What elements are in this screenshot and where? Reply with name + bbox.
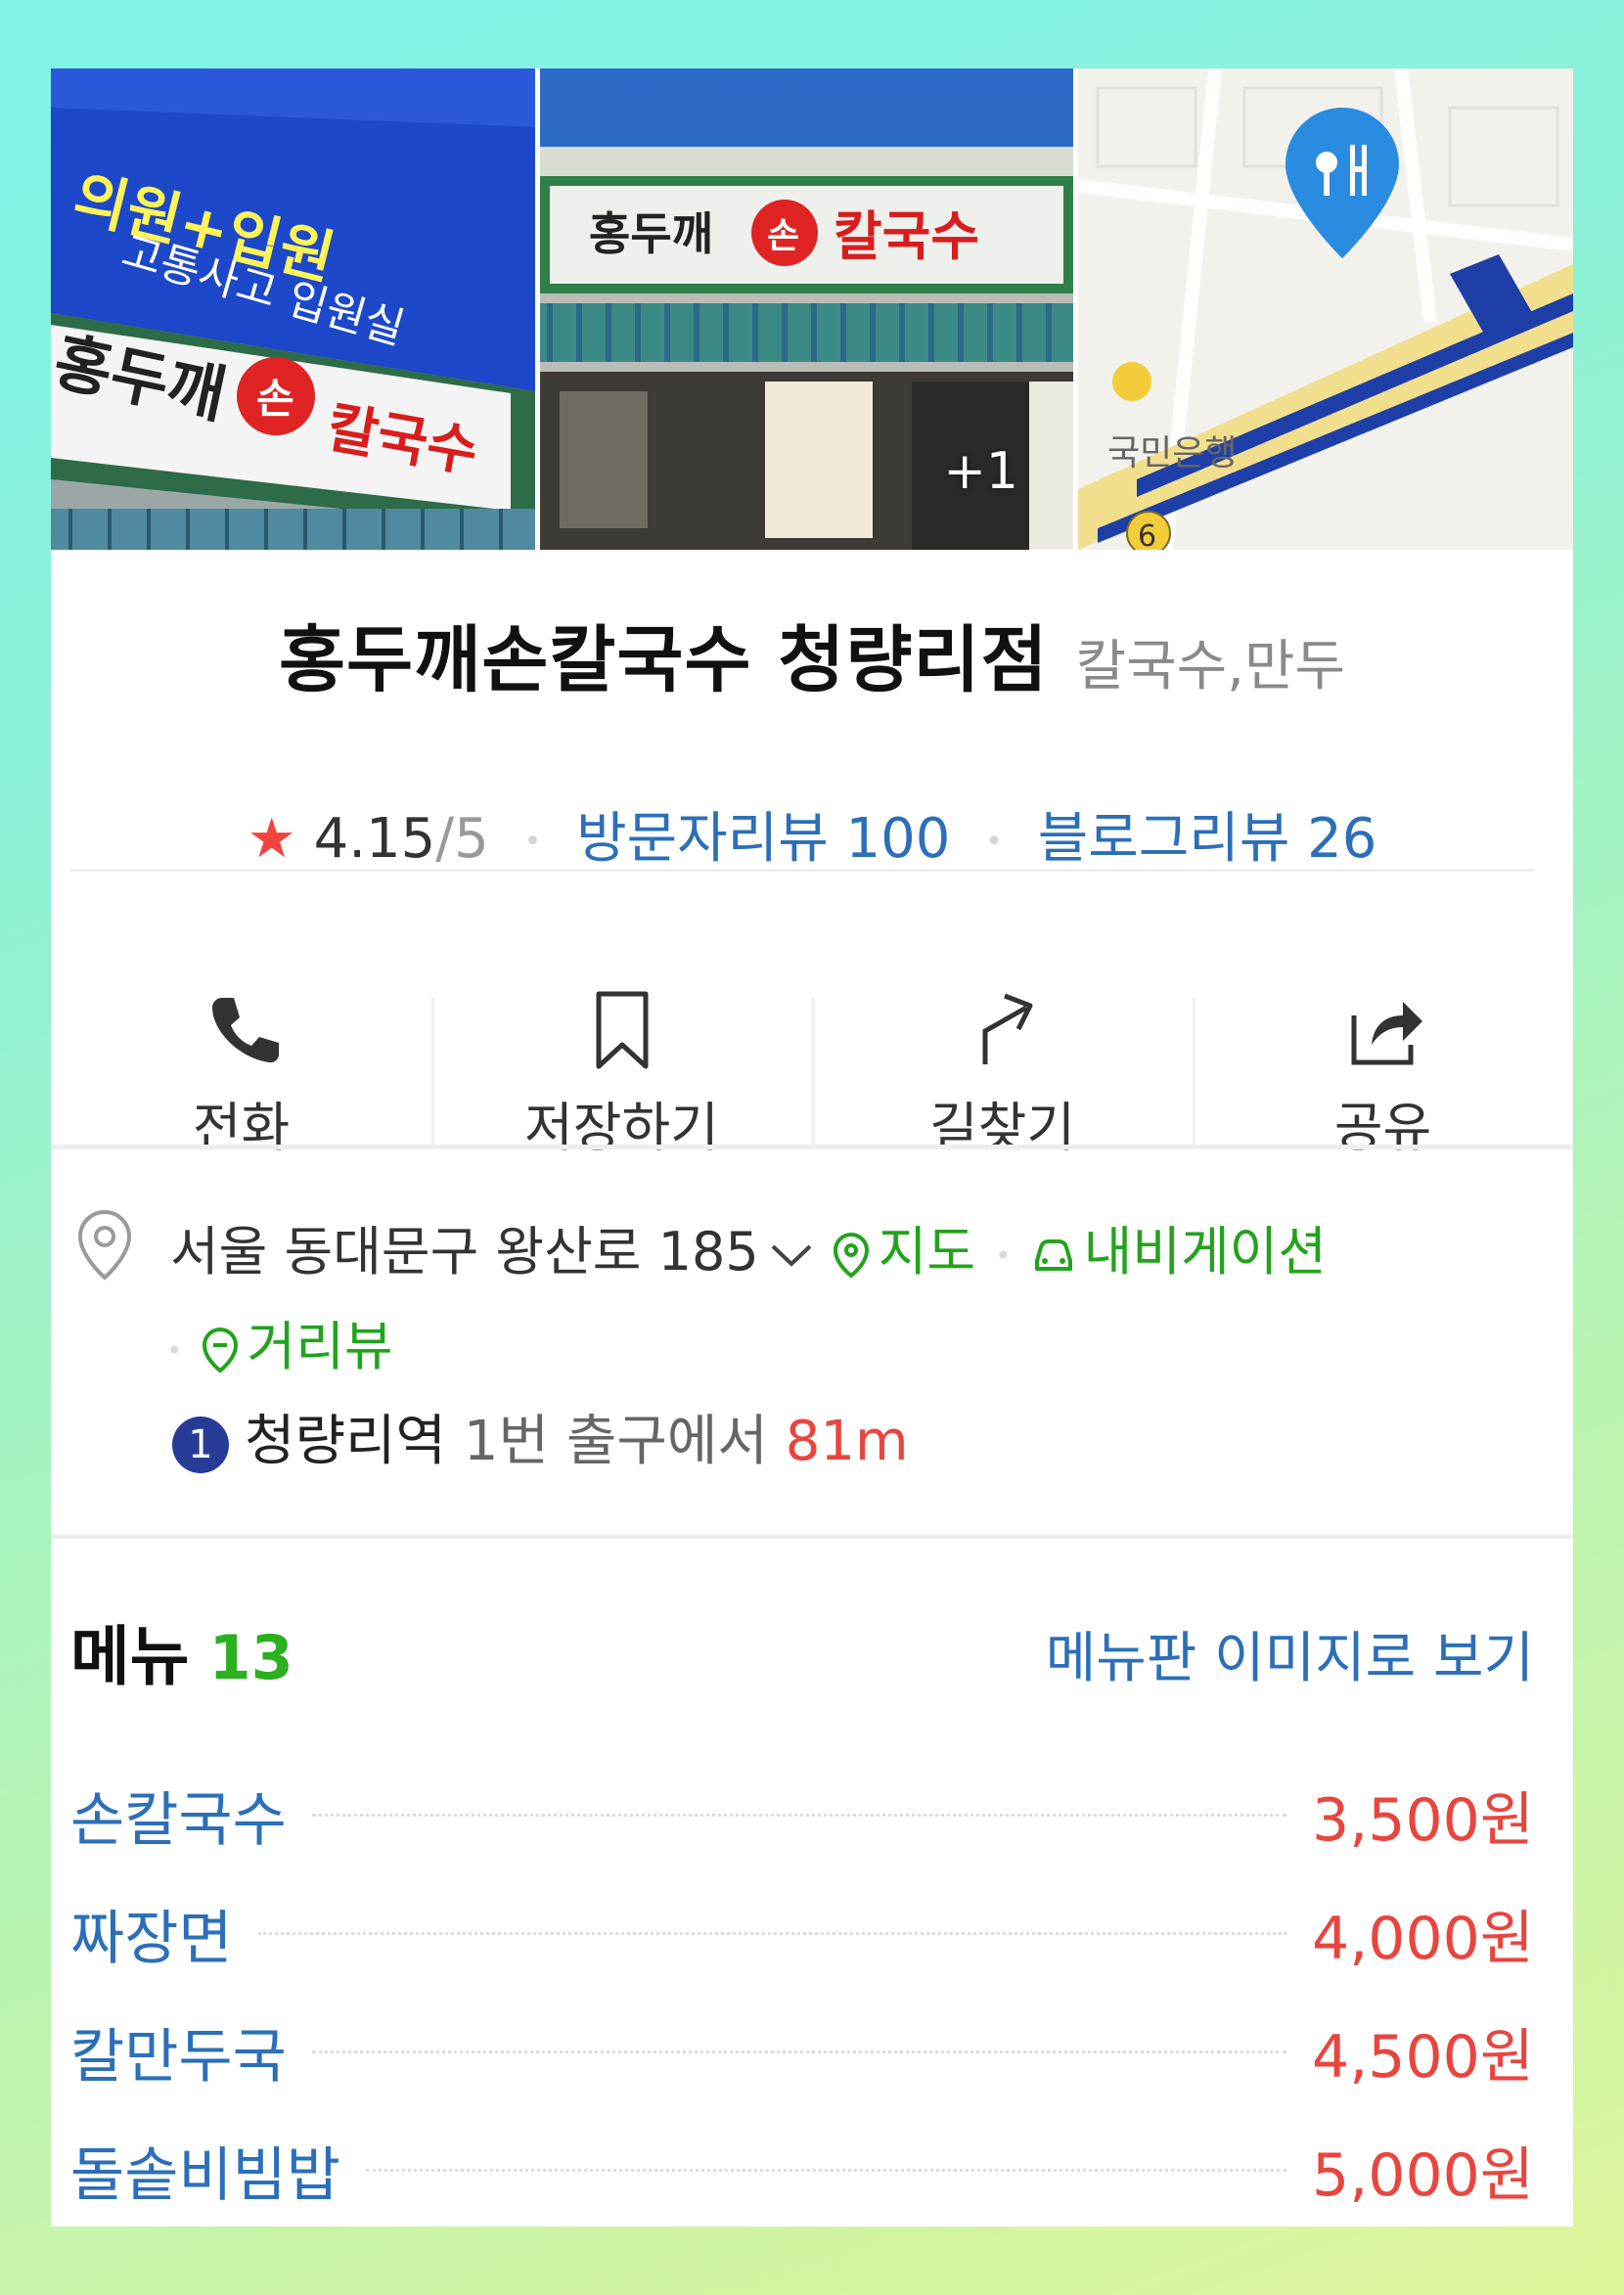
menu-item-price: 3,500원 [1312, 1786, 1534, 1855]
street-view-label: 거리뷰 [247, 1316, 393, 1377]
menu-item-price: 5,000원 [1312, 2141, 1534, 2210]
menu-item-name: 짜장면 [70, 1905, 233, 1973]
place-category: 칼국수,만두 [1075, 635, 1346, 698]
more-photos-count[interactable]: +1 [943, 442, 1018, 501]
street-view-row: • 거리뷰 [166, 1303, 393, 1380]
map-bank-label: 국민은행 [1107, 433, 1237, 473]
directions-label: 길찾기 [928, 1097, 1076, 1158]
map-exit-number: 6 [1138, 519, 1156, 550]
call-label: 전화 [192, 1097, 291, 1158]
map-thumbnail[interactable]: 국민은행 6 [1078, 68, 1573, 550]
menu-item-name: 칼만두국 [70, 2023, 287, 2092]
svg-text:손: 손 [767, 216, 799, 256]
share-button[interactable]: 공유 [1193, 920, 1573, 1164]
storefront-photo-2[interactable]: 홍두깨 손 칼국수 +1 [540, 68, 1073, 550]
subway-line-badge: 1 [172, 1416, 229, 1473]
bookmark-icon [596, 991, 648, 1069]
menu-item[interactable]: 돌솥비빔밥 5,000원 [70, 2111, 1534, 2227]
place-name: 홍두깨손칼국수 청량리점 [278, 618, 1049, 702]
directions-button[interactable]: 길찾기 [812, 920, 1193, 1164]
chevron-down-icon[interactable] [769, 1240, 814, 1270]
dotted-leader [257, 1932, 1287, 1935]
menu-count: 13 [208, 1622, 293, 1693]
location-pin-icon [77, 1209, 132, 1281]
street-view-pin-icon [202, 1328, 238, 1373]
share-label: 공유 [1333, 1097, 1432, 1158]
separator-dot: • [995, 1238, 1012, 1272]
share-icon [1351, 1002, 1422, 1065]
menu-title: 메뉴 [70, 1619, 190, 1694]
address-text: 서울 동대문구 왕산로 185 [170, 1221, 759, 1282]
place-header: 홍두깨손칼국수 청량리점 칼국수,만두 [51, 602, 1573, 706]
menu-item-name: 손칼국수 [70, 1786, 287, 1855]
rating-max: /5 [435, 807, 489, 871]
photo-strip: 의원+입원 고통사고 입원실 홍두깨 손 칼국수 홍두깨 손 칼국수 +1 국민… [51, 68, 1573, 550]
menu-list: 손칼국수 3,500원 짜장면 4,000원 칼만두국 4,500원 돌솥비빔밥… [70, 1756, 1534, 2227]
station-distance: 81m [785, 1410, 909, 1473]
navigation-link-label: 내비게이션 [1083, 1221, 1327, 1282]
map-link-label: 지도 [878, 1221, 976, 1282]
section-divider [51, 1145, 1573, 1149]
divider [70, 869, 1534, 872]
place-card: 의원+입원 고통사고 입원실 홍두깨 손 칼국수 홍두깨 손 칼국수 +1 국민… [51, 68, 1573, 2227]
menu-item[interactable]: 칼만두국 4,500원 [70, 1993, 1534, 2111]
navigation-link[interactable]: 내비게이션 [1031, 1221, 1327, 1282]
sign-badge: 손 [256, 375, 294, 423]
directions-icon [982, 993, 1032, 1064]
visitor-reviews-link[interactable]: 방문자리뷰 100 [576, 807, 950, 871]
dotted-leader [311, 2050, 1287, 2053]
station-name: 청량리역 [245, 1410, 447, 1473]
menu-header: 메뉴 13 [70, 1604, 293, 1698]
menu-item-price: 4,000원 [1312, 1905, 1534, 1973]
menu-image-link[interactable]: 메뉴판 이미지로 보기 [1046, 1614, 1534, 1693]
svg-text:홍두깨: 홍두깨 [589, 207, 713, 260]
svg-text:칼국수: 칼국수 [834, 205, 979, 267]
transit-info: 1 청량리역 1번 출구에서 81m [172, 1397, 909, 1476]
menu-item[interactable]: 짜장면 4,000원 [70, 1874, 1534, 1993]
menu-item-price: 4,500원 [1312, 2023, 1534, 2092]
separator-dot: • [985, 825, 1003, 860]
phone-icon [211, 998, 279, 1063]
save-button[interactable]: 저장하기 [431, 920, 812, 1164]
rating-row: ★ 4.15/5 • 방문자리뷰 100 • 블로그리뷰 26 [51, 794, 1573, 874]
save-label: 저장하기 [524, 1097, 719, 1158]
map-link[interactable]: 지도 [832, 1221, 975, 1282]
action-bar: 전화 저장하기 길찾기 공유 [51, 920, 1573, 1164]
menu-item-name: 돌솥비빔밥 [70, 2141, 340, 2210]
section-divider [51, 1534, 1573, 1539]
map-pin-icon [833, 1233, 869, 1279]
star-icon: ★ [247, 807, 296, 871]
rating-value: 4.15 [313, 807, 436, 871]
dotted-leader [366, 2169, 1287, 2172]
car-icon [1034, 1239, 1072, 1272]
street-view-link[interactable]: 거리뷰 [201, 1316, 393, 1377]
menu-item[interactable]: 손칼국수 3,500원 [70, 1756, 1534, 1874]
separator-dot: • [166, 1333, 183, 1367]
address-row: 서울 동대문구 왕산로 185 지도 • 내비게이션 [170, 1208, 1327, 1285]
call-button[interactable]: 전화 [51, 920, 431, 1164]
exit-text: 1번 출구에서 [463, 1410, 768, 1473]
dotted-leader [311, 1814, 1287, 1817]
separator-dot: • [523, 825, 542, 860]
blog-reviews-link[interactable]: 블로그리뷰 26 [1038, 807, 1377, 871]
storefront-photo-1[interactable]: 의원+입원 고통사고 입원실 홍두깨 손 칼국수 [51, 68, 535, 550]
